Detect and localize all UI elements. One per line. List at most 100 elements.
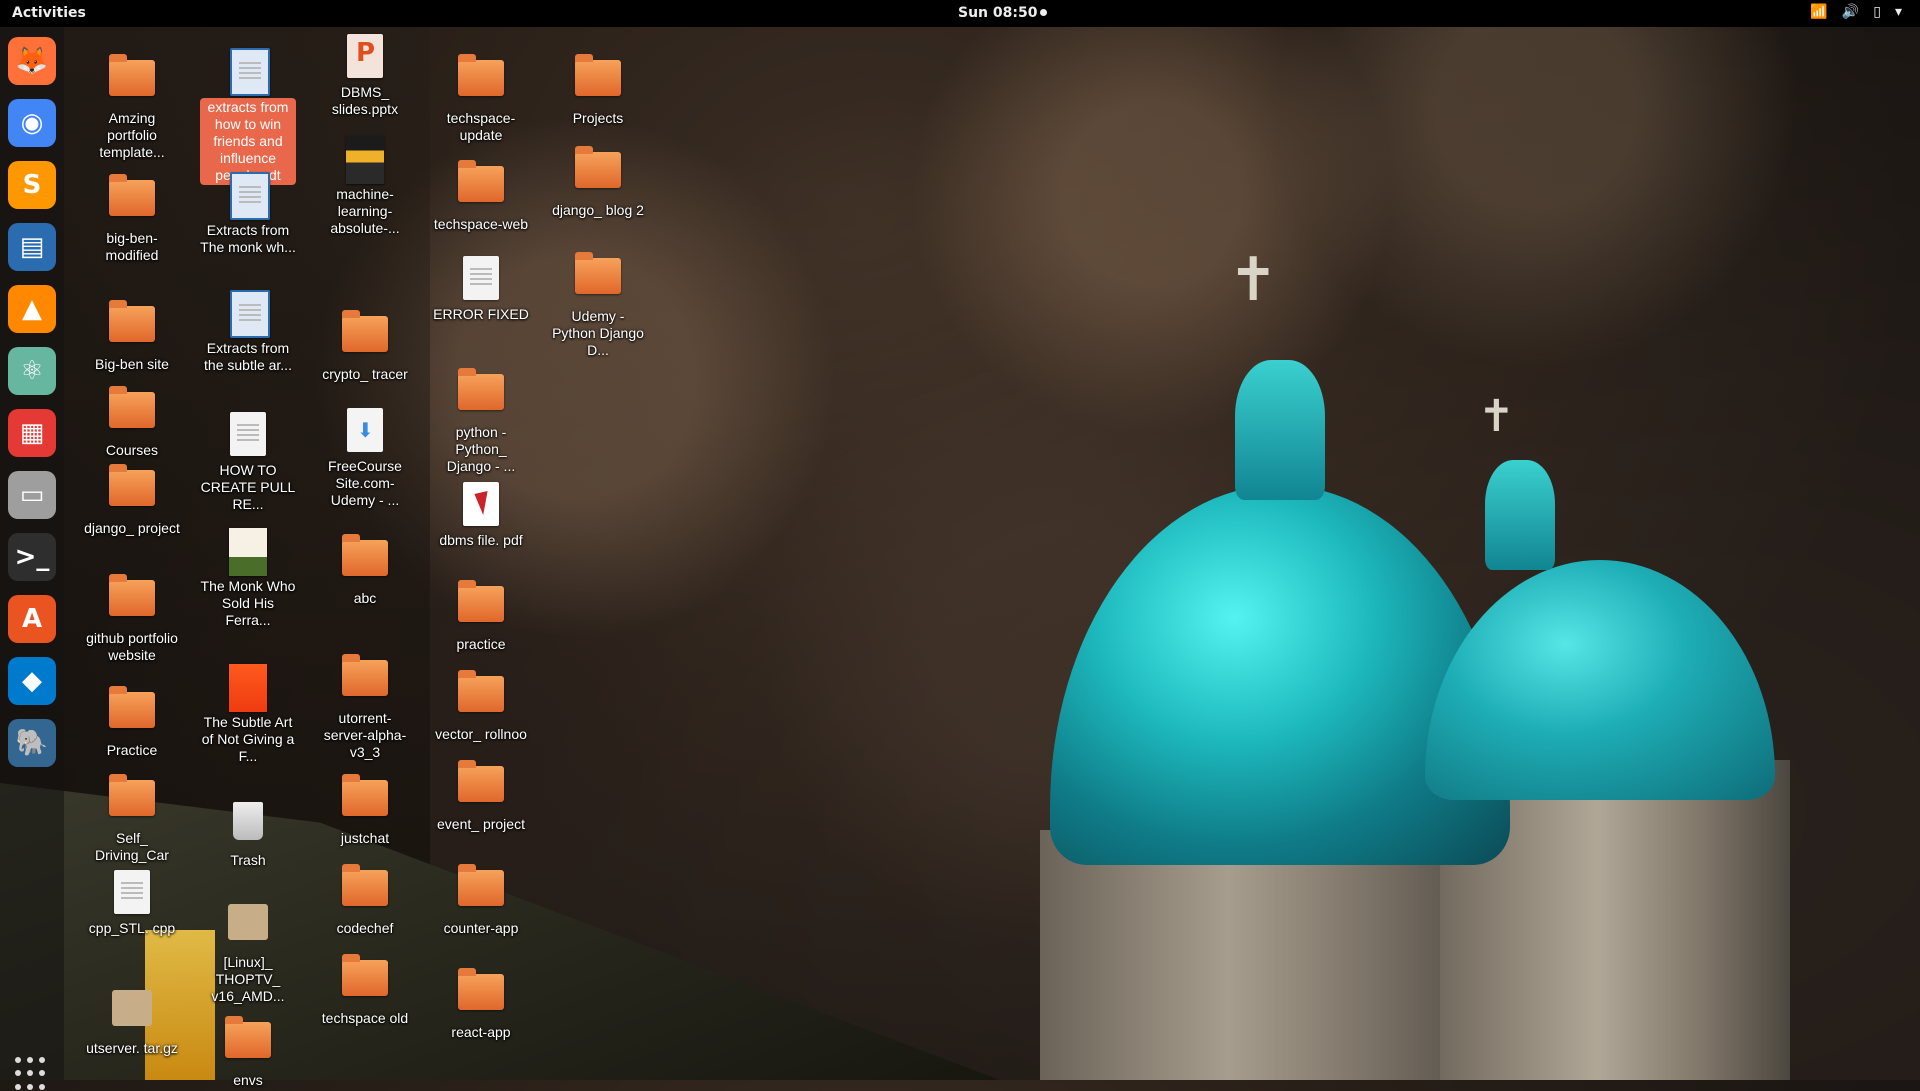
folder-icon [224, 1016, 272, 1070]
desktop-icon-label: event_ project [437, 816, 525, 832]
desktop-icon[interactable]: techspace-web [433, 158, 529, 233]
desktop-icon[interactable]: counter-app [433, 862, 529, 937]
desktop-icon[interactable]: HOW TO CREATE PULL RE... [200, 412, 296, 513]
firefox-icon[interactable]: 🦊 [8, 37, 56, 85]
desktop-icon-label: The Subtle Art of Not Giving a F... [201, 714, 295, 764]
folder-icon [341, 654, 389, 708]
desktop-icon[interactable]: Trash [200, 796, 296, 869]
desktop-icon[interactable]: practice [433, 578, 529, 653]
wallpaper-lantern [1235, 360, 1325, 500]
postgresql-elephant-icon[interactable]: 🐘 [8, 719, 56, 767]
desktop-icon[interactable]: ERROR FIXED [433, 256, 529, 323]
folder-icon [341, 954, 389, 1008]
desktop-icon[interactable]: codechef [317, 862, 413, 937]
desktop-icon[interactable]: big-ben-modified [84, 172, 180, 264]
terminal-icon[interactable]: >_ [8, 533, 56, 581]
desktop-icon-label: utorrent-server-alpha-v3_3 [323, 710, 407, 760]
folder-icon [574, 54, 622, 108]
desktop-icon[interactable]: vector_ rollnoo [433, 668, 529, 743]
desktop-icon[interactable]: utorrent-server-alpha-v3_3 [317, 652, 413, 761]
colorful-app-icon[interactable]: ▦ [8, 409, 56, 457]
desktop-icon[interactable]: python - Python_ Django - ... [433, 366, 529, 475]
folder-icon [341, 534, 389, 588]
wallpaper-dome-small [1425, 560, 1775, 800]
desktop-icon[interactable]: react-app [433, 966, 529, 1041]
folder-icon [457, 54, 505, 108]
desktop-icon[interactable]: The Subtle Art of Not Giving a F... [200, 664, 296, 765]
activities-button[interactable]: Activities [12, 5, 86, 21]
software-store-icon[interactable]: A [8, 595, 56, 643]
chrome-icon[interactable]: ◉ [8, 99, 56, 147]
desktop-icon[interactable]: Big-ben site [84, 298, 180, 373]
desktop-icon[interactable]: utserver. tar.gz [84, 982, 180, 1057]
desktop-icon[interactable]: [Linux]_ THOPTV_ v16_AMD... [200, 896, 296, 1005]
desktop-icon-label: Projects [572, 110, 624, 126]
desktop-icon[interactable]: Courses [84, 384, 180, 459]
desktop-icon[interactable]: Self_ Driving_Car [84, 772, 180, 864]
desktop-icon[interactable]: crypto_ tracer [317, 308, 413, 383]
desktop-icon[interactable]: DBMS_ slides.pptx [317, 34, 413, 118]
desktop-icon-label: crypto_ tracer [322, 366, 408, 382]
desktop-icon[interactable]: envs [200, 1014, 296, 1089]
folder-icon [574, 252, 622, 306]
desktop-icon[interactable]: abc [317, 532, 413, 607]
folder-icon [457, 968, 505, 1022]
chevron-down-icon: ▾ [1894, 4, 1902, 20]
vscode-icon[interactable]: ◆ [8, 657, 56, 705]
desktop-icon[interactable]: techspace-update [433, 52, 529, 144]
desktop-icon[interactable]: Amzing portfolio template... [84, 52, 180, 161]
desktop-icon[interactable]: github portfolio website [84, 572, 180, 664]
desktop-icon-label: Practice [106, 742, 158, 758]
folder-icon [341, 774, 389, 828]
sublime-text-icon[interactable]: S [8, 161, 56, 209]
desktop-icon[interactable]: techspace old [317, 952, 413, 1027]
desktop-icon-label: envs [233, 1072, 263, 1088]
folder-icon [574, 146, 622, 200]
desktop-icon-label: techspace-update [446, 110, 516, 143]
desktop-icon[interactable]: Extracts from the subtle ar... [200, 290, 296, 374]
desktop-icon[interactable]: The Monk Who Sold His Ferra... [200, 528, 296, 629]
folder-icon [457, 580, 505, 634]
desktop-icon[interactable]: Projects [550, 52, 646, 127]
wallpaper-lantern-small [1485, 460, 1555, 570]
desktop-icon-label: HOW TO CREATE PULL RE... [200, 462, 296, 512]
desktop-icon-label: cpp_STL. cpp [88, 920, 176, 936]
desktop-icon[interactable]: FreeCourse Site.com- Udemy - ... [317, 408, 413, 509]
desktop-icon[interactable]: extracts from how to win friends and inf… [200, 48, 296, 185]
folder-icon [457, 760, 505, 814]
desktop-icon-label: dbms file. pdf [439, 532, 523, 548]
desktop-icon[interactable]: justchat [317, 772, 413, 847]
presentation-icon [341, 34, 389, 82]
volume-icon: 🔊 [1841, 4, 1860, 20]
folder-icon [108, 574, 156, 628]
desktop-icon[interactable]: event_ project [433, 758, 529, 833]
desktop-icon-label: codechef [336, 920, 394, 936]
top-bar: Activities Sun 08:50 📶 🔊 ▯ ▾ [0, 0, 1920, 27]
desktop-icon[interactable]: django_ blog 2 [550, 144, 646, 219]
desktop-icon[interactable]: cpp_STL. cpp [84, 870, 180, 937]
desktop-icon[interactable]: machine-learning-absolute-... [317, 136, 413, 237]
clock-button[interactable]: Sun 08:50 [958, 5, 1048, 21]
system-tray[interactable]: 📶 🔊 ▯ ▾ [1810, 4, 1902, 20]
show-applications-button[interactable] [15, 1057, 49, 1091]
desktop-icon-label: techspace-web [433, 216, 529, 232]
vlc-icon[interactable]: ▲ [8, 285, 56, 333]
desktop-icon[interactable]: django_ project [84, 462, 180, 537]
writer-document-icon [224, 48, 272, 96]
desktop-icon-label: Extracts from the subtle ar... [204, 340, 292, 373]
wifi-icon: 📶 [1810, 4, 1828, 20]
desktop-icon[interactable]: dbms file. pdf [433, 482, 529, 549]
files-icon[interactable]: ▭ [8, 471, 56, 519]
desktop-icon[interactable]: Extracts from The monk wh... [200, 172, 296, 256]
folder-icon [108, 774, 156, 828]
desktop-icon-label: Trash [230, 852, 266, 868]
atom-icon[interactable]: ⚛ [8, 347, 56, 395]
desktop-icon[interactable]: Udemy - Python Django D... [550, 250, 646, 359]
desktop-icon-label: big-ben-modified [105, 230, 159, 263]
desktop-icon-label: justchat [340, 830, 390, 846]
libreoffice-writer-icon[interactable]: ▤ [8, 223, 56, 271]
desktop-icon[interactable]: Practice [84, 684, 180, 759]
folder-icon [457, 670, 505, 724]
desktop-icon-label: Amzing portfolio template... [99, 110, 165, 160]
download-icon [341, 408, 389, 456]
